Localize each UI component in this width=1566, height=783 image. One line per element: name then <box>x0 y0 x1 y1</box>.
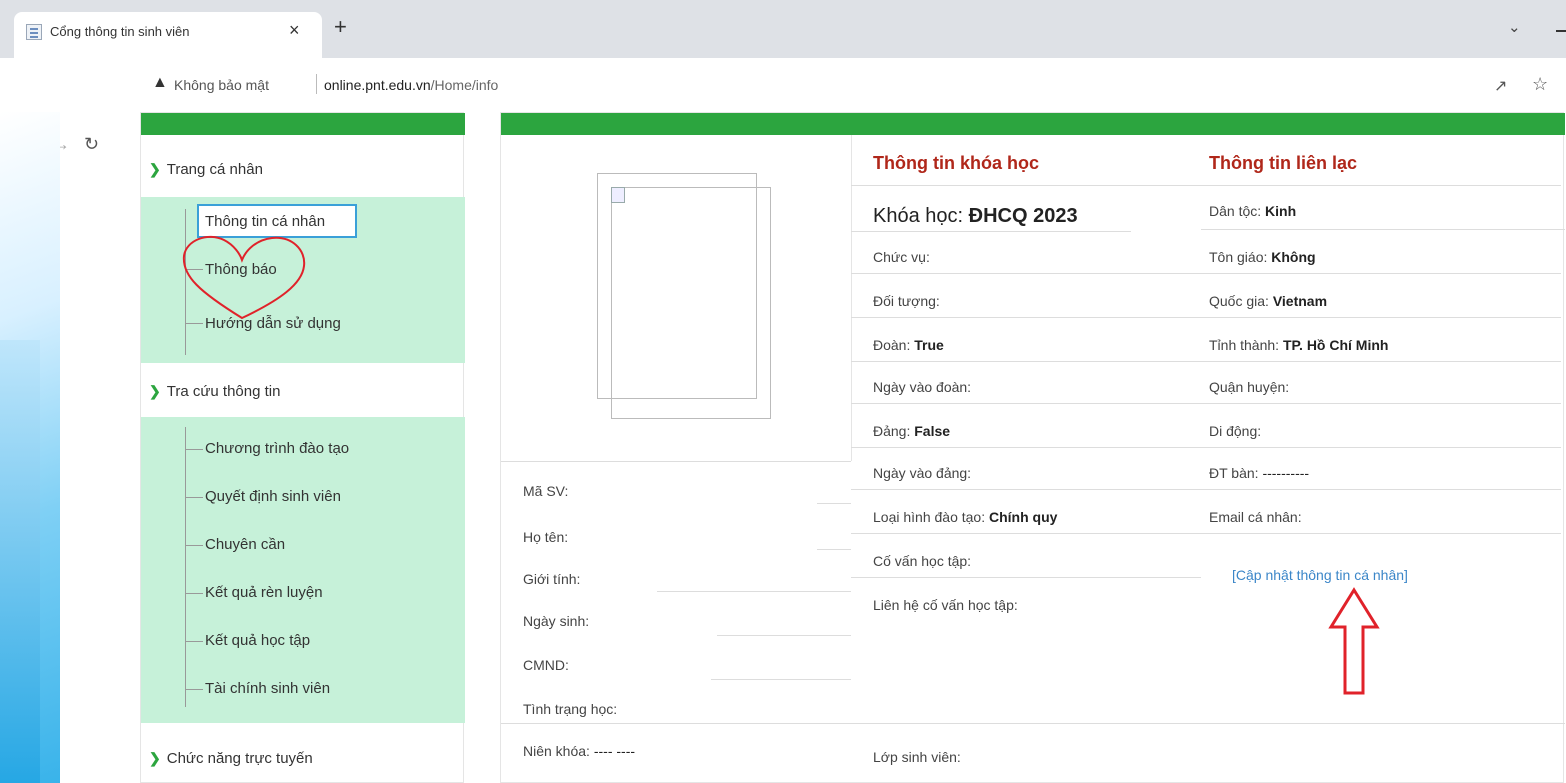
column-divider <box>851 135 852 461</box>
course-info-heading: Thông tin khóa học <box>873 153 1039 173</box>
field-ngay-vao-dang: Ngày vào đảng: <box>873 465 972 481</box>
divider <box>851 361 1561 362</box>
tree-line <box>185 427 186 707</box>
tree-branch <box>185 545 203 546</box>
url-path: /Home/info <box>430 77 499 93</box>
field-doan: Đoàn: True <box>873 337 944 353</box>
chevron-right-icon: ❯ <box>149 161 161 177</box>
divider <box>817 549 851 550</box>
sidebar-item-thong-tin-ca-nhan[interactable]: Thông tin cá nhân <box>205 213 325 230</box>
profile-panel: Mã SV: Họ tên: Giới tính: Ngày sinh: CMN… <box>500 112 1565 783</box>
warning-icon[interactable]: ▲ <box>152 74 168 92</box>
divider <box>501 461 851 462</box>
field-tinh-thanh: Tỉnh thành: TP. Hồ Chí Minh <box>1209 337 1389 353</box>
chevron-down-icon[interactable]: ⌄ <box>1508 18 1521 36</box>
divider <box>657 591 851 592</box>
heart-annotation-icon <box>182 235 306 320</box>
field-ma-sv: Mã SV: <box>523 483 569 499</box>
arrow-up-annotation-icon <box>1328 587 1380 695</box>
divider <box>1201 229 1565 230</box>
field-quoc-gia: Quốc gia: Vietnam <box>1209 293 1328 309</box>
field-lien-he-co-van: Liên hệ cố vấn học tập: <box>873 597 1018 613</box>
section-body <box>141 417 465 723</box>
tree-branch <box>185 641 203 642</box>
field-ngay-sinh: Ngày sinh: <box>523 613 590 629</box>
sidebar-item-quyet-dinh-sinh-vien[interactable]: Quyết định sinh viên <box>205 488 341 505</box>
divider <box>851 533 1561 534</box>
tree-branch <box>185 323 203 324</box>
sidebar-item-chuong-trinh-dao-tao[interactable]: Chương trình đào tạo <box>205 440 349 457</box>
sidebar-item-ket-qua-hoc-tap[interactable]: Kết quả học tập <box>205 632 310 649</box>
panel-header <box>501 113 1565 135</box>
field-email-ca-nhan: Email cá nhân: <box>1209 509 1302 525</box>
divider <box>717 635 851 636</box>
divider <box>851 403 1561 404</box>
divider <box>851 317 1561 318</box>
divider <box>851 577 1201 578</box>
sidebar: ❯ Trang cá nhân Thông tin cá nhân Thông b… <box>140 112 465 783</box>
update-profile-link[interactable]: [Cập nhật thông tin cá nhân] <box>1232 567 1408 583</box>
chevron-right-icon: ❯ <box>149 750 161 766</box>
tab-bar: Cổng thông tin sinh viên × + ⌄ <box>0 0 1566 58</box>
field-tinh-trang-hoc: Tình trạng học: <box>523 701 618 717</box>
tree-branch <box>185 497 203 498</box>
tree-branch <box>185 689 203 690</box>
background-decoration <box>0 340 40 783</box>
divider <box>851 185 1561 186</box>
field-quan-huyen: Quận huyện: <box>1209 379 1290 395</box>
divider <box>851 273 1561 274</box>
field-di-dong: Di động: <box>1209 423 1262 439</box>
sidebar-section-chuc-nang-truc-tuyen[interactable]: ❯ Chức năng trực tuyến <box>149 750 313 767</box>
page-icon <box>26 24 42 40</box>
sidebar-header <box>141 113 465 135</box>
contact-info-heading: Thông tin liên lạc <box>1209 153 1357 173</box>
sidebar-section-trang-ca-nhan[interactable]: ❯ Trang cá nhân <box>149 161 263 178</box>
field-gioi-tinh: Giới tính: <box>523 571 581 587</box>
field-dan-toc: Dân tộc: Kinh <box>1209 203 1297 219</box>
sidebar-item-chuyen-can[interactable]: Chuyên cần <box>205 536 285 553</box>
tree-branch <box>185 593 203 594</box>
star-icon[interactable]: ☆ <box>1532 74 1548 95</box>
divider <box>851 447 1561 448</box>
divider <box>501 723 1565 724</box>
field-ngay-vao-doan: Ngày vào đoàn: <box>873 379 972 395</box>
field-ton-giao: Tôn giáo: Không <box>1209 249 1316 265</box>
close-icon[interactable]: × <box>289 20 300 41</box>
tab-title: Cổng thông tin sinh viên <box>50 24 190 39</box>
reload-icon[interactable]: ↻ <box>84 134 99 155</box>
security-label[interactable]: Không bảo mật <box>174 77 269 93</box>
divider <box>316 74 317 94</box>
minimize-icon[interactable] <box>1556 30 1566 32</box>
divider <box>851 489 1561 490</box>
divider <box>817 503 851 504</box>
chevron-right-icon: ❯ <box>149 383 161 399</box>
field-loai-hinh-dao-tao: Loại hình đào tạo: Chính quy <box>873 509 1058 525</box>
browser-tab[interactable]: Cổng thông tin sinh viên × <box>14 12 322 58</box>
field-dang: Đảng: False <box>873 423 951 439</box>
field-khoa-hoc: Khóa học: ĐHCQ 2023 <box>873 205 1078 227</box>
field-lop-sinh-vien: Lớp sinh viên: <box>873 749 961 765</box>
section-label: Tra cứu thông tin <box>166 383 281 400</box>
section-label: Chức năng trực tuyến <box>166 750 313 767</box>
student-photo <box>611 187 771 419</box>
field-chuc-vu: Chức vụ: <box>873 249 930 265</box>
field-doi-tuong: Đối tượng: <box>873 293 940 309</box>
sidebar-item-ket-qua-ren-luyen[interactable]: Kết quả rèn luyện <box>205 584 323 601</box>
url-domain: online.pnt.edu.vn <box>324 77 431 93</box>
field-nien-khoa: Niên khóa: ---- ---- <box>523 743 636 759</box>
field-co-van-hoc-tap: Cố vấn học tập: <box>873 553 972 569</box>
divider <box>711 679 851 680</box>
new-tab-button[interactable]: + <box>334 16 347 38</box>
field-dt-ban: ĐT bàn: ---------- <box>1209 465 1310 481</box>
sidebar-item-tai-chinh-sinh-vien[interactable]: Tài chính sinh viên <box>205 680 330 697</box>
section-label: Trang cá nhân <box>166 161 263 178</box>
share-icon[interactable]: ↗ <box>1494 76 1507 96</box>
divider <box>851 231 1131 232</box>
field-cmnd: CMND: <box>523 657 569 673</box>
field-ho-ten: Họ tên: <box>523 529 569 545</box>
sidebar-section-tra-cuu[interactable]: ❯ Tra cứu thông tin <box>149 383 280 400</box>
broken-image-icon <box>611 187 625 203</box>
url-text[interactable]: online.pnt.edu.vn/Home/info <box>324 77 498 93</box>
tree-branch <box>185 449 203 450</box>
